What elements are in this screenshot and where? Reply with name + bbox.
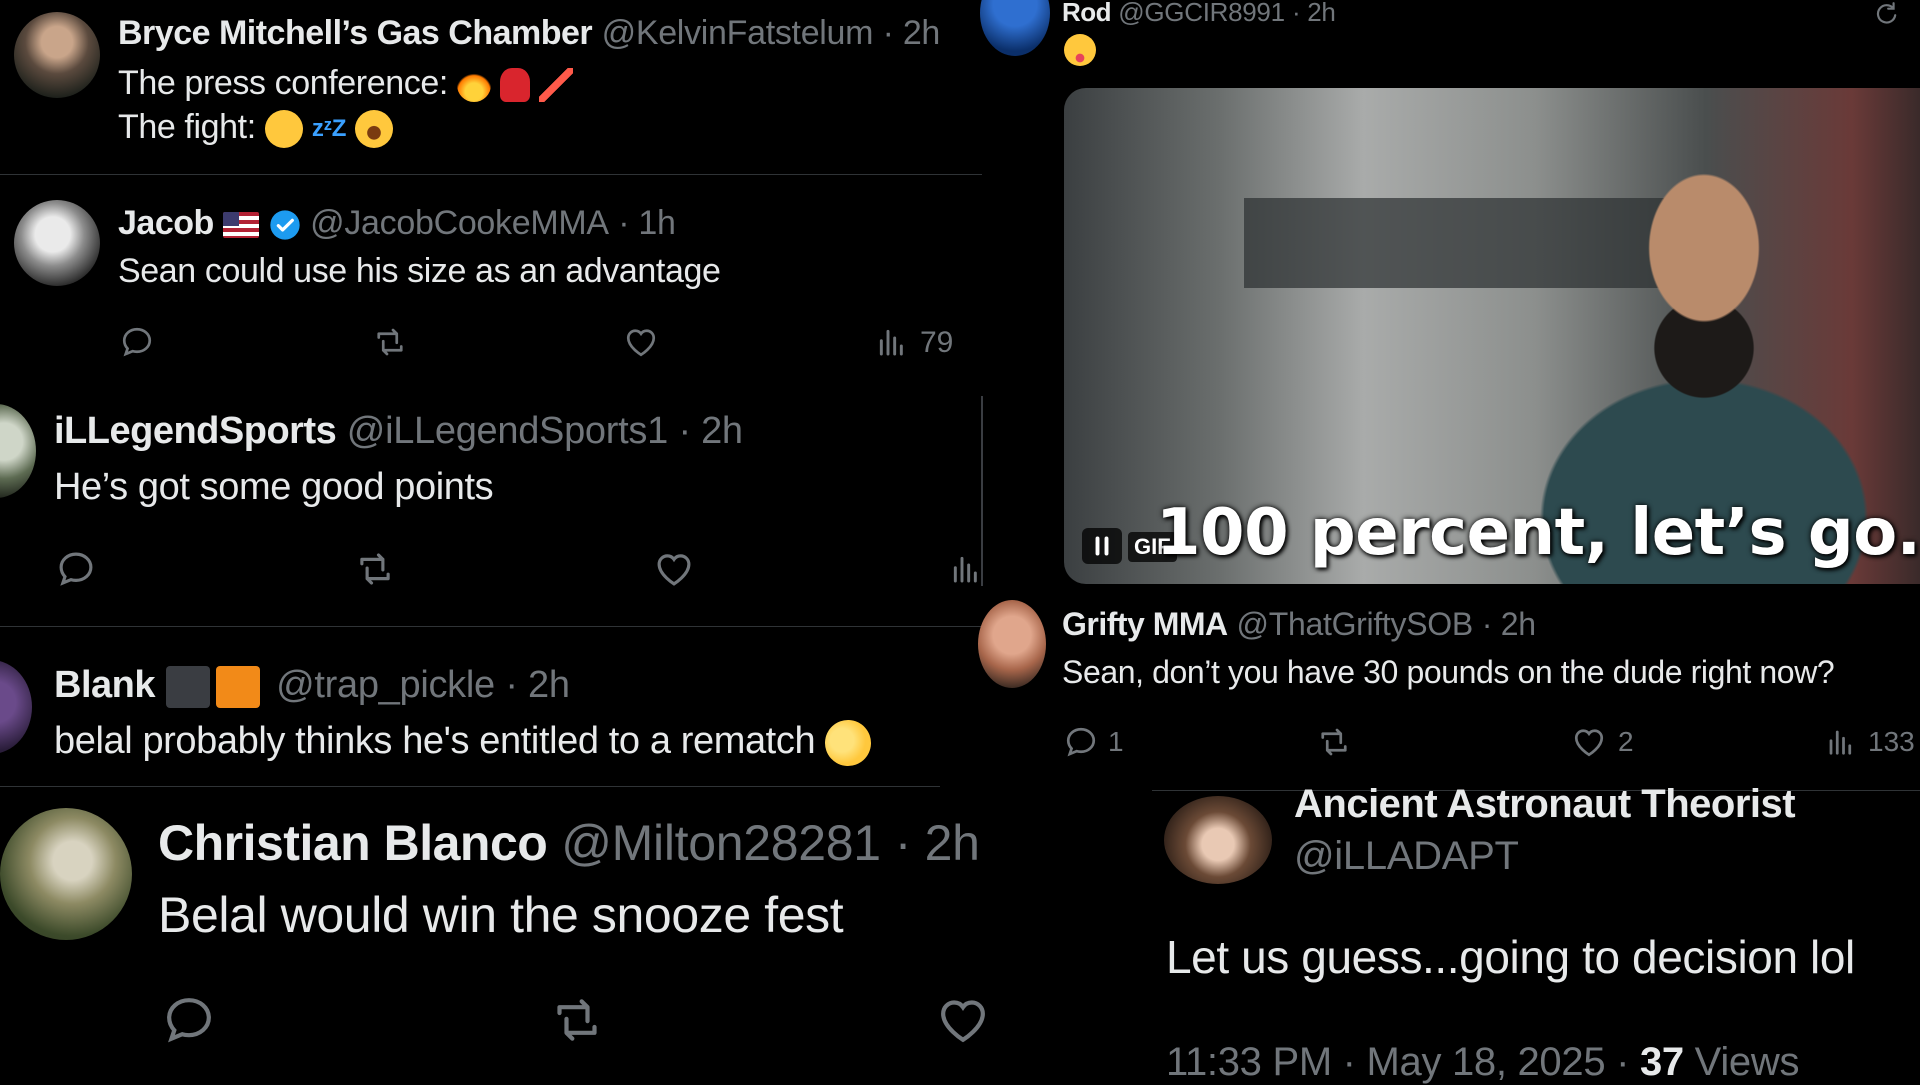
- user-handle[interactable]: @KelvinFatstelum: [602, 14, 874, 52]
- reply-count: 1: [1108, 726, 1124, 757]
- us-flag-icon: [223, 212, 260, 239]
- tweet-text: The fight:: [118, 108, 256, 146]
- yawning-face-emoji-icon: [355, 110, 394, 149]
- tweet-text: The press conference:: [118, 64, 448, 102]
- user-handle[interactable]: @ThatGriftySOB: [1237, 606, 1474, 642]
- avatar[interactable]: [978, 600, 1046, 688]
- timestamp[interactable]: · 2h: [678, 410, 743, 452]
- winking-tongue-emoji-icon: [1064, 34, 1096, 66]
- gif-caption: 100 percent, let’s go.: [1156, 496, 1920, 570]
- fire-emoji-icon: [456, 68, 491, 103]
- reply-icon[interactable]: [160, 992, 218, 1048]
- column-divider: [981, 396, 983, 586]
- timestamp[interactable]: · 2h: [883, 14, 941, 52]
- avatar[interactable]: [1164, 796, 1272, 884]
- display-name[interactable]: Christian Blanco: [158, 815, 548, 871]
- views-icon[interactable]: [876, 326, 908, 358]
- avatar[interactable]: [0, 404, 36, 498]
- pencil-emoji-icon: [539, 68, 574, 103]
- divider: [0, 626, 982, 627]
- tweet-header: Grifty MMA @ThatGriftySOB · 2h: [1062, 606, 1536, 643]
- user-handle[interactable]: @JacobCookeMMA: [310, 204, 609, 242]
- tweet-text: He’s got some good points: [54, 466, 494, 508]
- rolling-laughing-emoji-icon: [818, 713, 878, 773]
- user-handle[interactable]: @iLLegendSports1: [347, 410, 668, 452]
- avatar[interactable]: [0, 660, 32, 754]
- tweet-header: Jacob @JacobCookeMMA · 1h: [118, 204, 676, 243]
- like-icon[interactable]: [622, 324, 660, 360]
- reply-icon[interactable]: [118, 324, 156, 360]
- views-icon[interactable]: [950, 550, 982, 588]
- views-count: 79: [920, 326, 954, 359]
- user-handle[interactable]: @trap_pickle: [276, 664, 495, 706]
- tweet-header: Rod @GGCIR8991 · 2h: [1062, 0, 1336, 28]
- avatar[interactable]: [14, 200, 100, 286]
- sleeping-face-emoji-icon: [264, 110, 303, 149]
- divider: [0, 174, 982, 175]
- views-icon[interactable]: [1826, 726, 1856, 758]
- orange-square-icon: [215, 665, 260, 708]
- avatar[interactable]: [14, 12, 100, 98]
- display-name[interactable]: Rod: [1062, 0, 1112, 27]
- avatar[interactable]: [980, 0, 1050, 56]
- timestamp[interactable]: · 2h: [505, 664, 570, 706]
- user-handle[interactable]: @iLLADAPT: [1294, 834, 1519, 879]
- gif-media[interactable]: GIF 100 percent, let’s go.: [1064, 88, 1920, 584]
- like-icon[interactable]: [934, 992, 992, 1048]
- tweet-header: Bryce Mitchell’s Gas Chamber @KelvinFats…: [118, 14, 940, 53]
- display-name[interactable]: Grifty MMA: [1062, 606, 1228, 642]
- avatar[interactable]: [0, 808, 132, 940]
- like-count: 2: [1618, 726, 1634, 757]
- reply-icon[interactable]: [54, 548, 98, 590]
- tweet-header: Ancient Astronaut Theorist: [1294, 782, 1796, 827]
- tweet-text: Let us guess...going to decision lol: [1166, 931, 1855, 983]
- tweet-header: Christian Blanco @Milton28281 · 2h: [158, 814, 980, 872]
- retweet-icon[interactable]: [352, 548, 398, 590]
- retweet-icon[interactable]: [370, 324, 410, 360]
- verified-icon: [270, 210, 300, 240]
- views-label: Views: [1694, 1040, 1800, 1084]
- refresh-icon[interactable]: [1872, 0, 1900, 26]
- zzz-emoji-icon: zᶻZ: [311, 115, 347, 143]
- tweet-header: iLLegendSports @iLLegendSports1 · 2h: [54, 410, 743, 453]
- timestamp[interactable]: · 2h: [1292, 0, 1336, 27]
- timestamp[interactable]: · 1h: [618, 204, 676, 242]
- divider: [0, 786, 940, 787]
- tweet-text-line: The press conference:: [118, 64, 574, 103]
- timestamp[interactable]: · 2h: [1482, 606, 1536, 642]
- timestamp[interactable]: · 2h: [895, 815, 980, 871]
- like-icon[interactable]: [652, 548, 696, 590]
- user-handle[interactable]: @GGCIR8991: [1118, 0, 1285, 27]
- reply-icon[interactable]: [1062, 724, 1100, 760]
- views-count: 37: [1639, 1040, 1684, 1084]
- tweet-text: Belal would win the snooze fest: [158, 887, 844, 943]
- retweet-icon[interactable]: [1314, 724, 1354, 760]
- pause-icon[interactable]: [1082, 528, 1122, 564]
- tweet-text: belal probably thinks he's entitled to a…: [54, 720, 816, 763]
- display-name[interactable]: Jacob: [118, 204, 214, 242]
- tweet-text-line: belal probably thinks he's entitled to a…: [54, 713, 878, 773]
- display-name[interactable]: Ancient Astronaut Theorist: [1294, 782, 1796, 826]
- display-name[interactable]: iLLegendSports: [54, 410, 337, 452]
- tweet-header: Blank @trap_pickle · 2h: [54, 664, 570, 708]
- black-square-icon: [165, 665, 210, 708]
- views-count: 133: [1868, 726, 1915, 757]
- tweet-meta: 11:33 PM · May 18, 2025 · 37 Views: [1166, 1040, 1799, 1085]
- tweet-text: Sean could use his size as an advantage: [118, 252, 721, 290]
- tweet-text-line: The fight: zᶻZ: [118, 108, 394, 149]
- like-icon[interactable]: [1570, 724, 1608, 760]
- display-name[interactable]: Blank: [54, 664, 155, 706]
- boxing-glove-emoji-icon: [499, 68, 530, 103]
- tweet-timestamp[interactable]: 11:33 PM · May 18, 2025 ·: [1166, 1040, 1629, 1084]
- tweet-text: Sean, don’t you have 30 pounds on the du…: [1062, 654, 1835, 690]
- retweet-icon[interactable]: [546, 992, 608, 1048]
- display-name[interactable]: Bryce Mitchell’s Gas Chamber: [118, 14, 593, 52]
- user-handle[interactable]: @Milton28281: [561, 815, 881, 871]
